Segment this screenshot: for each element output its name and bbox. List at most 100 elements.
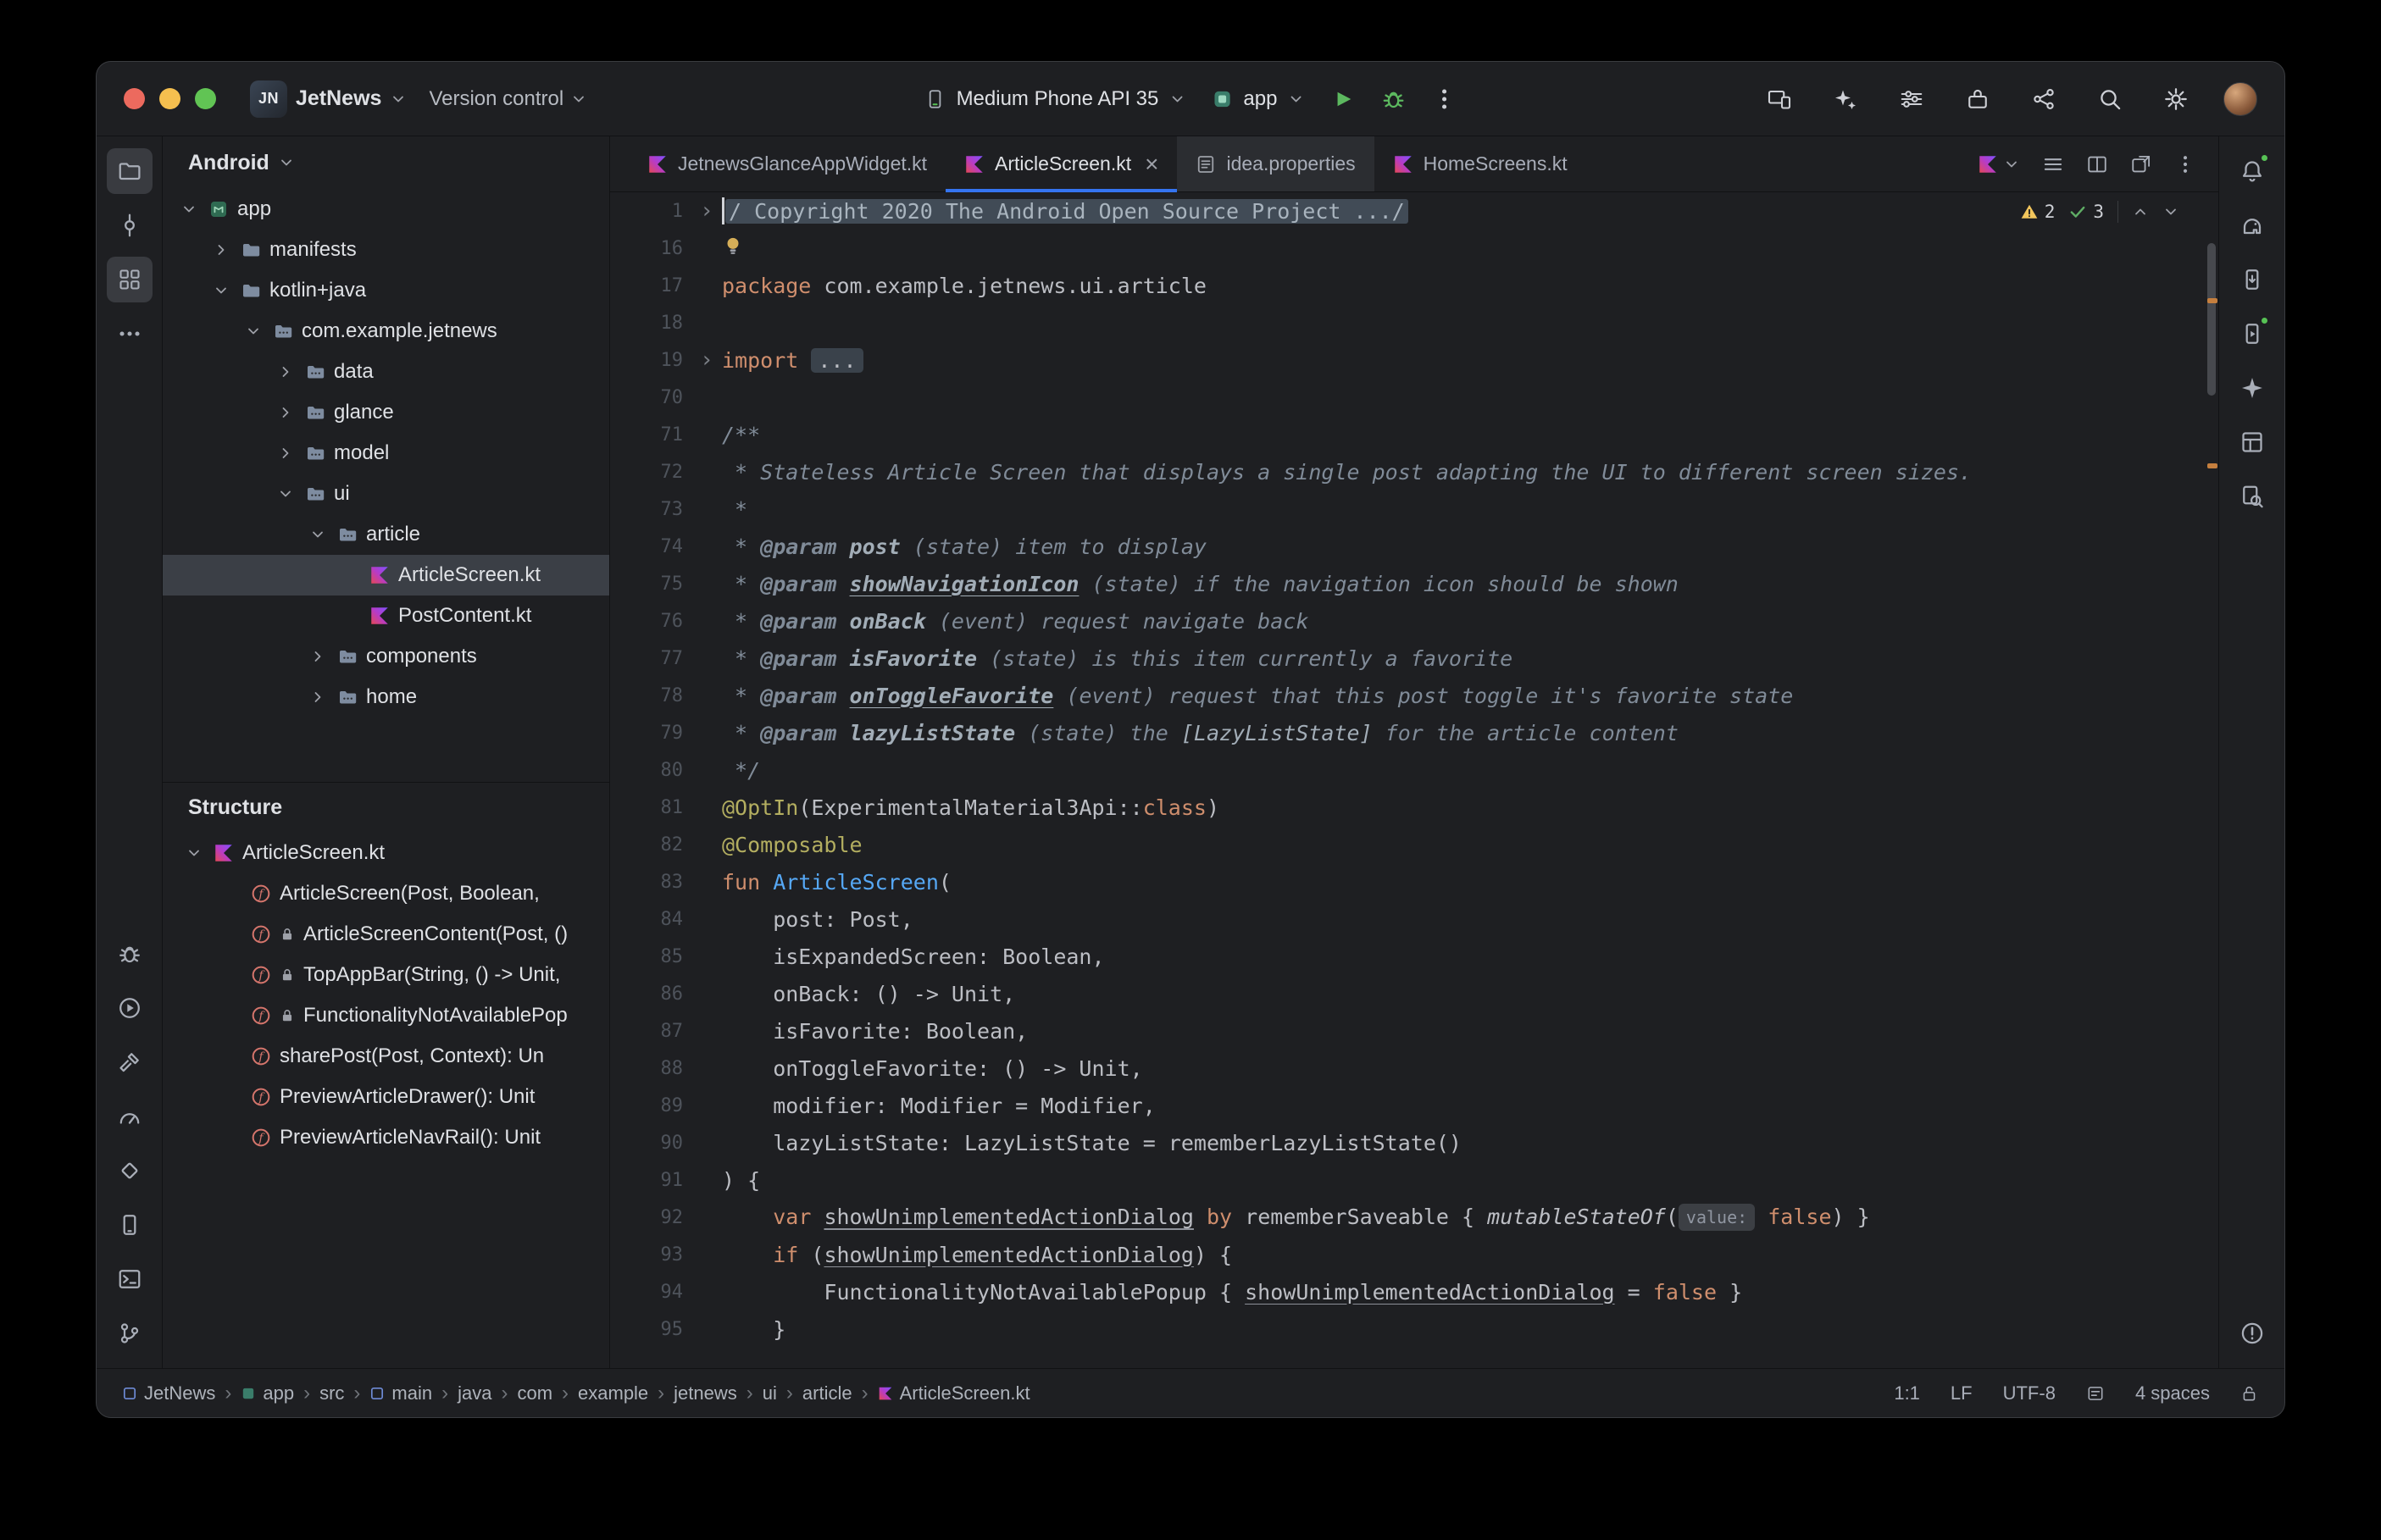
structure-item-previewarticlenavrail[interactable]: fPreviewArticleNavRail(): Unit [163,1117,609,1158]
layout-inspector-button[interactable] [2229,419,2275,465]
ai-assistant-button[interactable] [1827,80,1864,118]
code-line[interactable]: 88 onToggleFavorite: () -> Unit, [610,1050,2218,1087]
indent-widget[interactable]: 4 spaces [2135,1382,2210,1404]
chevron-down-icon[interactable] [242,323,273,340]
project-widget[interactable]: JN JetNews [250,80,407,118]
code-line[interactable]: 90 lazyListState: LazyListState = rememb… [610,1124,2218,1161]
code-line[interactable]: 78 * @param onToggleFavorite (event) req… [610,677,2218,714]
plugins-button[interactable] [1959,80,1996,118]
code-line[interactable]: 73 * [610,490,2218,528]
detach-editor-icon[interactable] [2130,153,2152,175]
chevron-down-icon[interactable] [183,845,214,861]
encoding-widget[interactable]: UTF-8 [2003,1382,2056,1404]
code-line[interactable]: 81@OptIn(ExperimentalMaterial3Api::class… [610,789,2218,826]
structure-item-articlescreencontent[interactable]: fArticleScreenContent(Post, () [163,914,609,955]
hidden-tabs-dropdown[interactable] [1978,154,2020,174]
tab-articlescreen-kt[interactable]: ArticleScreen.kt× [946,136,1177,191]
chevron-down-icon[interactable] [275,485,305,502]
code-line[interactable]: 91) { [610,1161,2218,1199]
breadcrumb-item-ui[interactable]: ui [763,1382,777,1404]
breadcrumb-item-article[interactable]: article [802,1382,852,1404]
breadcrumb-item-main[interactable]: main [369,1382,432,1404]
device-selector[interactable]: Medium Phone API 35 [924,87,1186,111]
build-button[interactable] [107,1039,153,1085]
structure-item-previewarticledrawer[interactable]: fPreviewArticleDrawer(): Unit [163,1077,609,1117]
project-tree-item-home[interactable]: home [163,677,609,717]
project-tree-item-articlescreen-kt[interactable]: ArticleScreen.kt [163,555,609,596]
app-quality-insights-button[interactable] [107,931,153,977]
editor-list-icon[interactable] [2042,153,2064,175]
structure-item-articlescreen[interactable]: fArticleScreen(Post, Boolean, [163,873,609,914]
run-configuration-selector[interactable]: app [1211,87,1304,111]
project-view-selector[interactable]: Android [163,136,609,189]
minimize-window-button[interactable] [159,88,180,109]
device-mirror-button[interactable] [1761,80,1798,118]
version-control-button[interactable] [107,1310,153,1356]
run-button[interactable] [107,985,153,1031]
app-inspection-button[interactable] [2229,474,2275,519]
project-tree-item-components[interactable]: components [163,636,609,677]
line-ending-widget[interactable]: LF [1951,1382,1973,1404]
reader-mode-icon[interactable] [2086,1384,2105,1403]
code-line[interactable]: 70 [610,379,2218,416]
project-tree-item-glance[interactable]: glance [163,392,609,433]
avatar[interactable] [2223,82,2257,116]
structure-button[interactable] [107,257,153,302]
code-line[interactable]: 16 [610,230,2218,267]
close-window-button[interactable] [124,88,145,109]
editor-scrollbar[interactable] [2205,192,2218,1368]
tab-homescreens-kt[interactable]: HomeScreens.kt [1374,136,1586,191]
code-line[interactable]: 72 * Stateless Article Screen that displ… [610,453,2218,490]
tab-jetnewsglanceappwidget-kt[interactable]: JetnewsGlanceAppWidget.kt [629,136,946,191]
project-tree-item-postcontent-kt[interactable]: PostContent.kt [163,596,609,636]
search-button[interactable] [2091,80,2128,118]
chevron-right-icon[interactable] [275,445,305,462]
next-problem-icon[interactable] [2162,203,2179,220]
editor-more-icon[interactable] [2174,153,2196,175]
project-tree-item-data[interactable]: data [163,352,609,392]
close-tab-icon[interactable]: × [1145,152,1158,176]
share-button[interactable] [2025,80,2062,118]
code-line[interactable]: 77 * @param isFavorite (state) is this i… [610,640,2218,677]
running-devices-button[interactable] [2229,311,2275,357]
structure-item-topappbar[interactable]: fTopAppBar(String, () -> Unit, [163,955,609,995]
chevron-right-icon[interactable] [307,648,337,665]
project-tree-item-kotlin-java[interactable]: kotlin+java [163,270,609,311]
code-line[interactable]: 17package com.example.jetnews.ui.article [610,267,2218,304]
project-tree-item-model[interactable]: model [163,433,609,474]
code-line[interactable]: 94 FunctionalityNotAvailablePopup { show… [610,1273,2218,1310]
fold-marker-icon[interactable]: › [691,347,722,373]
code-line[interactable]: 86 onBack: () -> Unit, [610,975,2218,1012]
code-line[interactable]: 80 */ [610,751,2218,789]
gemini-button[interactable] [2229,365,2275,411]
code-line[interactable]: 82@Composable [610,826,2218,863]
lightbulb-icon[interactable] [722,235,744,257]
code-line[interactable]: 92 var showUnimplementedActionDialog by … [610,1199,2218,1236]
warning-stripe-mark[interactable] [2207,463,2217,468]
breadcrumb-item-example[interactable]: example [578,1382,648,1404]
more-tools-button[interactable] [107,311,153,357]
chevron-right-icon[interactable] [210,241,241,258]
unlocked-icon[interactable] [2240,1384,2259,1403]
device-explorer-button[interactable] [2229,257,2275,302]
code-line[interactable]: 85 isExpandedScreen: Boolean, [610,938,2218,975]
profiler-button[interactable] [107,1094,153,1139]
more-actions-icon[interactable] [1431,86,1457,112]
code-line[interactable]: 76 * @param onBack (event) request navig… [610,602,2218,640]
code-line[interactable]: 87 isFavorite: Boolean, [610,1012,2218,1050]
coverage-button[interactable] [107,1148,153,1194]
breadcrumb-item-src[interactable]: src [319,1382,344,1404]
filters-button[interactable] [1893,80,1930,118]
code-line[interactable]: 84 post: Post, [610,900,2218,938]
code-line[interactable]: 83fun ArticleScreen( [610,863,2218,900]
tab-idea-properties[interactable]: idea.properties [1177,136,1374,191]
vcs-widget[interactable]: Version control [429,87,587,111]
code-line[interactable]: 71/** [610,416,2218,453]
project-tree-item-ui[interactable]: ui [163,474,609,514]
chevron-right-icon[interactable] [275,404,305,421]
code-line[interactable]: 79 * @param lazyListState (state) the [L… [610,714,2218,751]
run-button[interactable] [1329,86,1355,112]
code-line[interactable]: 74 * @param post (state) item to display [610,528,2218,565]
breadcrumb-item-jetnews[interactable]: jetnews [674,1382,737,1404]
notifications-button[interactable] [2229,148,2275,194]
